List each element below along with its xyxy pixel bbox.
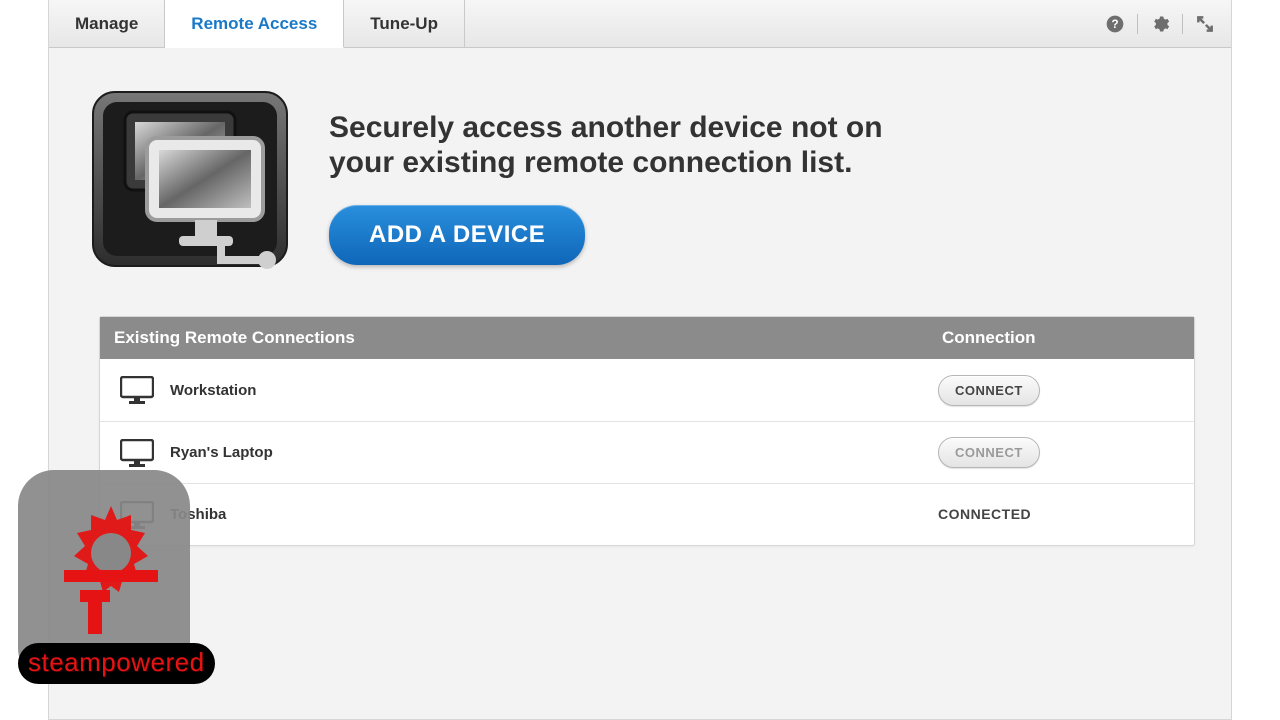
fullscreen-icon[interactable]: [1193, 12, 1217, 36]
device-name: Ryan's Laptop: [170, 444, 273, 461]
device-cell: Workstation: [100, 376, 938, 404]
table-row: Toshiba CONNECTED: [100, 483, 1194, 545]
tab-remote-access[interactable]: Remote Access: [165, 0, 344, 48]
tab-label: Tune-Up: [370, 14, 438, 34]
watermark-label: steampowered: [18, 643, 215, 684]
watermark: steampowered: [18, 470, 190, 684]
connections-body: Workstation CONNECT Ryan's Laptop CONNEC…: [100, 359, 1194, 545]
device-cell: Ryan's Laptop: [100, 439, 938, 467]
hero: Securely access another device not on yo…: [49, 84, 1231, 276]
svg-text:?: ?: [1111, 18, 1118, 31]
tab-label: Remote Access: [191, 14, 317, 34]
monitor-icon: [120, 439, 154, 467]
column-name-header: Existing Remote Connections: [100, 328, 938, 348]
separator: [1137, 14, 1138, 34]
tab-bar: Manage Remote Access Tune-Up ?: [49, 0, 1231, 48]
tab-manage[interactable]: Manage: [49, 0, 165, 47]
separator: [1182, 14, 1183, 34]
remote-device-icon: [85, 84, 295, 276]
table-row: Workstation CONNECT: [100, 359, 1194, 421]
tab-tune-up[interactable]: Tune-Up: [344, 0, 465, 47]
device-cell: Toshiba: [100, 501, 938, 529]
help-icon[interactable]: ?: [1103, 12, 1127, 36]
gear-icon[interactable]: [1148, 12, 1172, 36]
monitor-icon: [120, 376, 154, 404]
connection-status: CONNECTED: [938, 506, 1031, 522]
connections-header: Existing Remote Connections Connection: [100, 317, 1194, 359]
tab-label: Manage: [75, 14, 138, 34]
add-device-button[interactable]: ADD A DEVICE: [329, 205, 585, 265]
connection-cell: CONNECTED: [938, 506, 1194, 524]
hero-text: Securely access another device not on yo…: [329, 84, 949, 265]
device-name: Workstation: [170, 382, 256, 399]
connection-cell: CONNECT: [938, 437, 1194, 468]
gear-logo-icon: [46, 498, 176, 648]
app-window: Manage Remote Access Tune-Up ?: [48, 0, 1232, 720]
table-row: Ryan's Laptop CONNECT: [100, 421, 1194, 483]
connect-button[interactable]: CONNECT: [938, 375, 1040, 406]
content: Securely access another device not on yo…: [49, 48, 1231, 546]
connect-button[interactable]: CONNECT: [938, 437, 1040, 468]
connection-cell: CONNECT: [938, 375, 1194, 406]
column-connection-header: Connection: [938, 328, 1194, 348]
connections-panel: Existing Remote Connections Connection W…: [99, 316, 1195, 546]
headline: Securely access another device not on yo…: [329, 110, 949, 181]
tab-actions: ?: [1103, 0, 1231, 47]
